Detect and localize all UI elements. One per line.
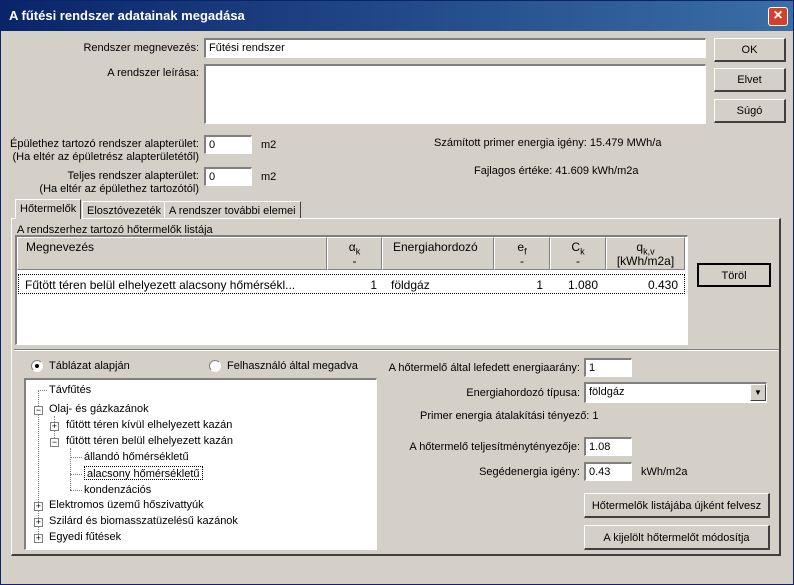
tree-node-inside-boiler[interactable]: fűtött téren belül elhelyezett kazán xyxy=(66,434,233,448)
col-header-ef-unit: - xyxy=(520,254,524,268)
tree-node-solid-biomass[interactable]: Szilárd és biomasszatüzelésű kazánok xyxy=(49,514,238,528)
col-header-energy[interactable]: Energiahordozó xyxy=(382,237,494,270)
total-area-input[interactable]: 0 xyxy=(204,167,252,186)
tree-node-heat-pumps[interactable]: Elektromos üzemű hőszivattyúk xyxy=(49,498,204,512)
add-to-list-button[interactable]: Hőtermelők listájába újként felvesz xyxy=(584,493,770,518)
calc-primary-energy: Számított primer energia igény: 15.479 M… xyxy=(434,137,662,149)
title-bar[interactable]: A fűtési rendszer adatainak megadása × xyxy=(1,1,793,31)
tree-node-individual-heating[interactable]: Egyedi fűtések xyxy=(49,530,121,544)
primer-factor: Primer energia átalakítási tényező: 1 xyxy=(420,410,599,422)
tree-collapse-icon[interactable]: − xyxy=(50,438,59,447)
row-ef: 1 xyxy=(536,278,543,292)
system-name-label: Rendszer megnevezés: xyxy=(83,42,199,54)
energy-type-label: Energiahordozó típusa: xyxy=(466,387,580,399)
building-area-note: (Ha eltér az épületrész alapterületétől) xyxy=(12,151,199,163)
row-alpha: 1 xyxy=(370,278,377,292)
divider xyxy=(14,349,779,351)
row-ck: 1.080 xyxy=(567,278,598,292)
tab-heat-generators[interactable]: Hőtermelők xyxy=(15,199,82,219)
delete-button[interactable]: Töröl xyxy=(697,263,771,287)
coverage-label: A hőtermelő által lefedett energiaarány: xyxy=(388,362,580,374)
building-area-unit: m2 xyxy=(261,139,277,151)
tree-line xyxy=(70,490,82,491)
heat-generator-list[interactable]: Megnevezés αk - Energiahordozó ef - Ck -… xyxy=(15,235,688,345)
radio-table-based[interactable] xyxy=(31,360,43,372)
ok-button[interactable]: OK xyxy=(714,38,786,62)
radio-user-defined[interactable] xyxy=(209,360,221,372)
cancel-button[interactable]: Elvet xyxy=(714,68,786,92)
aux-energy-unit: kWh/m2a xyxy=(641,466,688,478)
tree-collapse-icon[interactable]: − xyxy=(34,406,43,415)
tree-line xyxy=(70,457,82,458)
total-area-note: (Ha eltér az épülethez tartozótól) xyxy=(39,183,199,195)
col-header-name-label: Megnevezés xyxy=(26,240,95,254)
radio-table-based-label: Táblázat alapján xyxy=(49,360,130,372)
col-header-qkv-unit: [kWh/m2a] xyxy=(616,254,675,268)
aux-energy-label: Segédenergia igény: xyxy=(479,466,580,478)
coverage-input[interactable]: 1 xyxy=(584,358,632,377)
tree-node-constant-temp[interactable]: állandó hőmérsékletű xyxy=(84,450,189,464)
help-button[interactable]: Súgó xyxy=(714,99,786,123)
table-row[interactable]: Fűtött téren belül elhelyezett alacsony … xyxy=(18,274,685,294)
col-header-ck-unit: - xyxy=(576,254,580,268)
system-desc-label: A rendszer leírása: xyxy=(107,67,199,79)
dialog-window: A fűtési rendszer adatainak megadása × R… xyxy=(0,0,794,585)
total-area-label: Teljes rendszer alapterület: xyxy=(67,170,199,182)
tree-expand-icon[interactable]: + xyxy=(34,502,43,511)
row-name: Fűtött téren belül elhelyezett alacsony … xyxy=(25,278,296,292)
tab-other-elements[interactable]: A rendszer további elemei xyxy=(164,201,301,218)
ck-symbol: C xyxy=(571,240,581,254)
col-header-alpha[interactable]: αk - xyxy=(327,237,382,270)
tree-expand-icon[interactable]: + xyxy=(34,518,43,527)
close-button[interactable]: × xyxy=(768,7,788,26)
generator-type-tree[interactable]: Távfűtés − Olaj- és gázkazánok + fűtött … xyxy=(24,378,377,550)
building-area-label: Épülethez tartozó rendszer alapterület: xyxy=(10,138,199,150)
chevron-down-icon[interactable]: ▼ xyxy=(750,384,766,401)
building-area-input[interactable]: 0 xyxy=(204,135,252,154)
tab-distribution-pipes[interactable]: Elosztóvezeték xyxy=(82,201,166,218)
modify-selected-label: A kijelölt hőtermelőt módosítja xyxy=(603,532,750,544)
tree-expand-icon[interactable]: + xyxy=(50,422,59,431)
tree-expand-icon[interactable]: + xyxy=(34,534,43,543)
performance-input[interactable]: 1.08 xyxy=(584,437,632,456)
add-to-list-label: Hőtermelők listájába újként felvesz xyxy=(591,500,762,512)
tree-line xyxy=(38,390,47,391)
col-header-alpha-unit: - xyxy=(352,254,357,268)
col-header-energy-label: Energiahordozó xyxy=(393,240,478,254)
system-name-input[interactable]: Fűtési rendszer xyxy=(204,38,706,58)
modify-selected-button[interactable]: A kijelölt hőtermelőt módosítja xyxy=(584,525,770,550)
col-header-ck[interactable]: Ck - xyxy=(550,237,606,270)
row-energy: földgáz xyxy=(391,278,430,292)
tree-node-low-temp-selected[interactable]: alacsony hőmérsékletű xyxy=(84,466,203,480)
cancel-button-label: Elvet xyxy=(737,74,762,86)
tree-node-outside-boiler[interactable]: fűtött téren kívül elhelyezett kazán xyxy=(66,418,232,432)
aux-energy-input[interactable]: 0.43 xyxy=(584,462,632,481)
energy-type-value: földgáz xyxy=(589,386,625,398)
tree-node-oil-gas-boilers[interactable]: Olaj- és gázkazánok xyxy=(49,402,149,416)
calc-specific-value: Fajlagos értéke: 41.609 kWh/m2a xyxy=(474,165,639,177)
help-button-label: Súgó xyxy=(736,105,763,117)
window-title: A fűtési rendszer adatainak megadása xyxy=(9,8,245,23)
performance-label: A hőtermelő teljesítménytényezője: xyxy=(409,441,580,453)
alpha-symbol: α xyxy=(348,240,356,254)
total-area-unit: m2 xyxy=(261,171,277,183)
radio-user-defined-label: Felhasználó által megadva xyxy=(227,360,358,372)
tree-node-condensing[interactable]: kondenzációs xyxy=(84,483,151,497)
tree-line xyxy=(70,448,71,490)
col-header-qkv[interactable]: qk,v [kWh/m2a] xyxy=(606,237,685,270)
system-desc-input[interactable] xyxy=(204,64,706,124)
tree-line xyxy=(70,474,82,475)
col-header-ef[interactable]: ef - xyxy=(494,237,550,270)
energy-type-select[interactable]: földgáz ▼ xyxy=(584,382,767,403)
tree-node-district-heating[interactable]: Távfűtés xyxy=(49,383,91,397)
row-qkv: 0.430 xyxy=(647,278,678,292)
ok-button-label: OK xyxy=(741,44,758,56)
col-header-name[interactable]: Megnevezés xyxy=(17,237,327,270)
delete-button-label: Töröl xyxy=(721,270,747,282)
